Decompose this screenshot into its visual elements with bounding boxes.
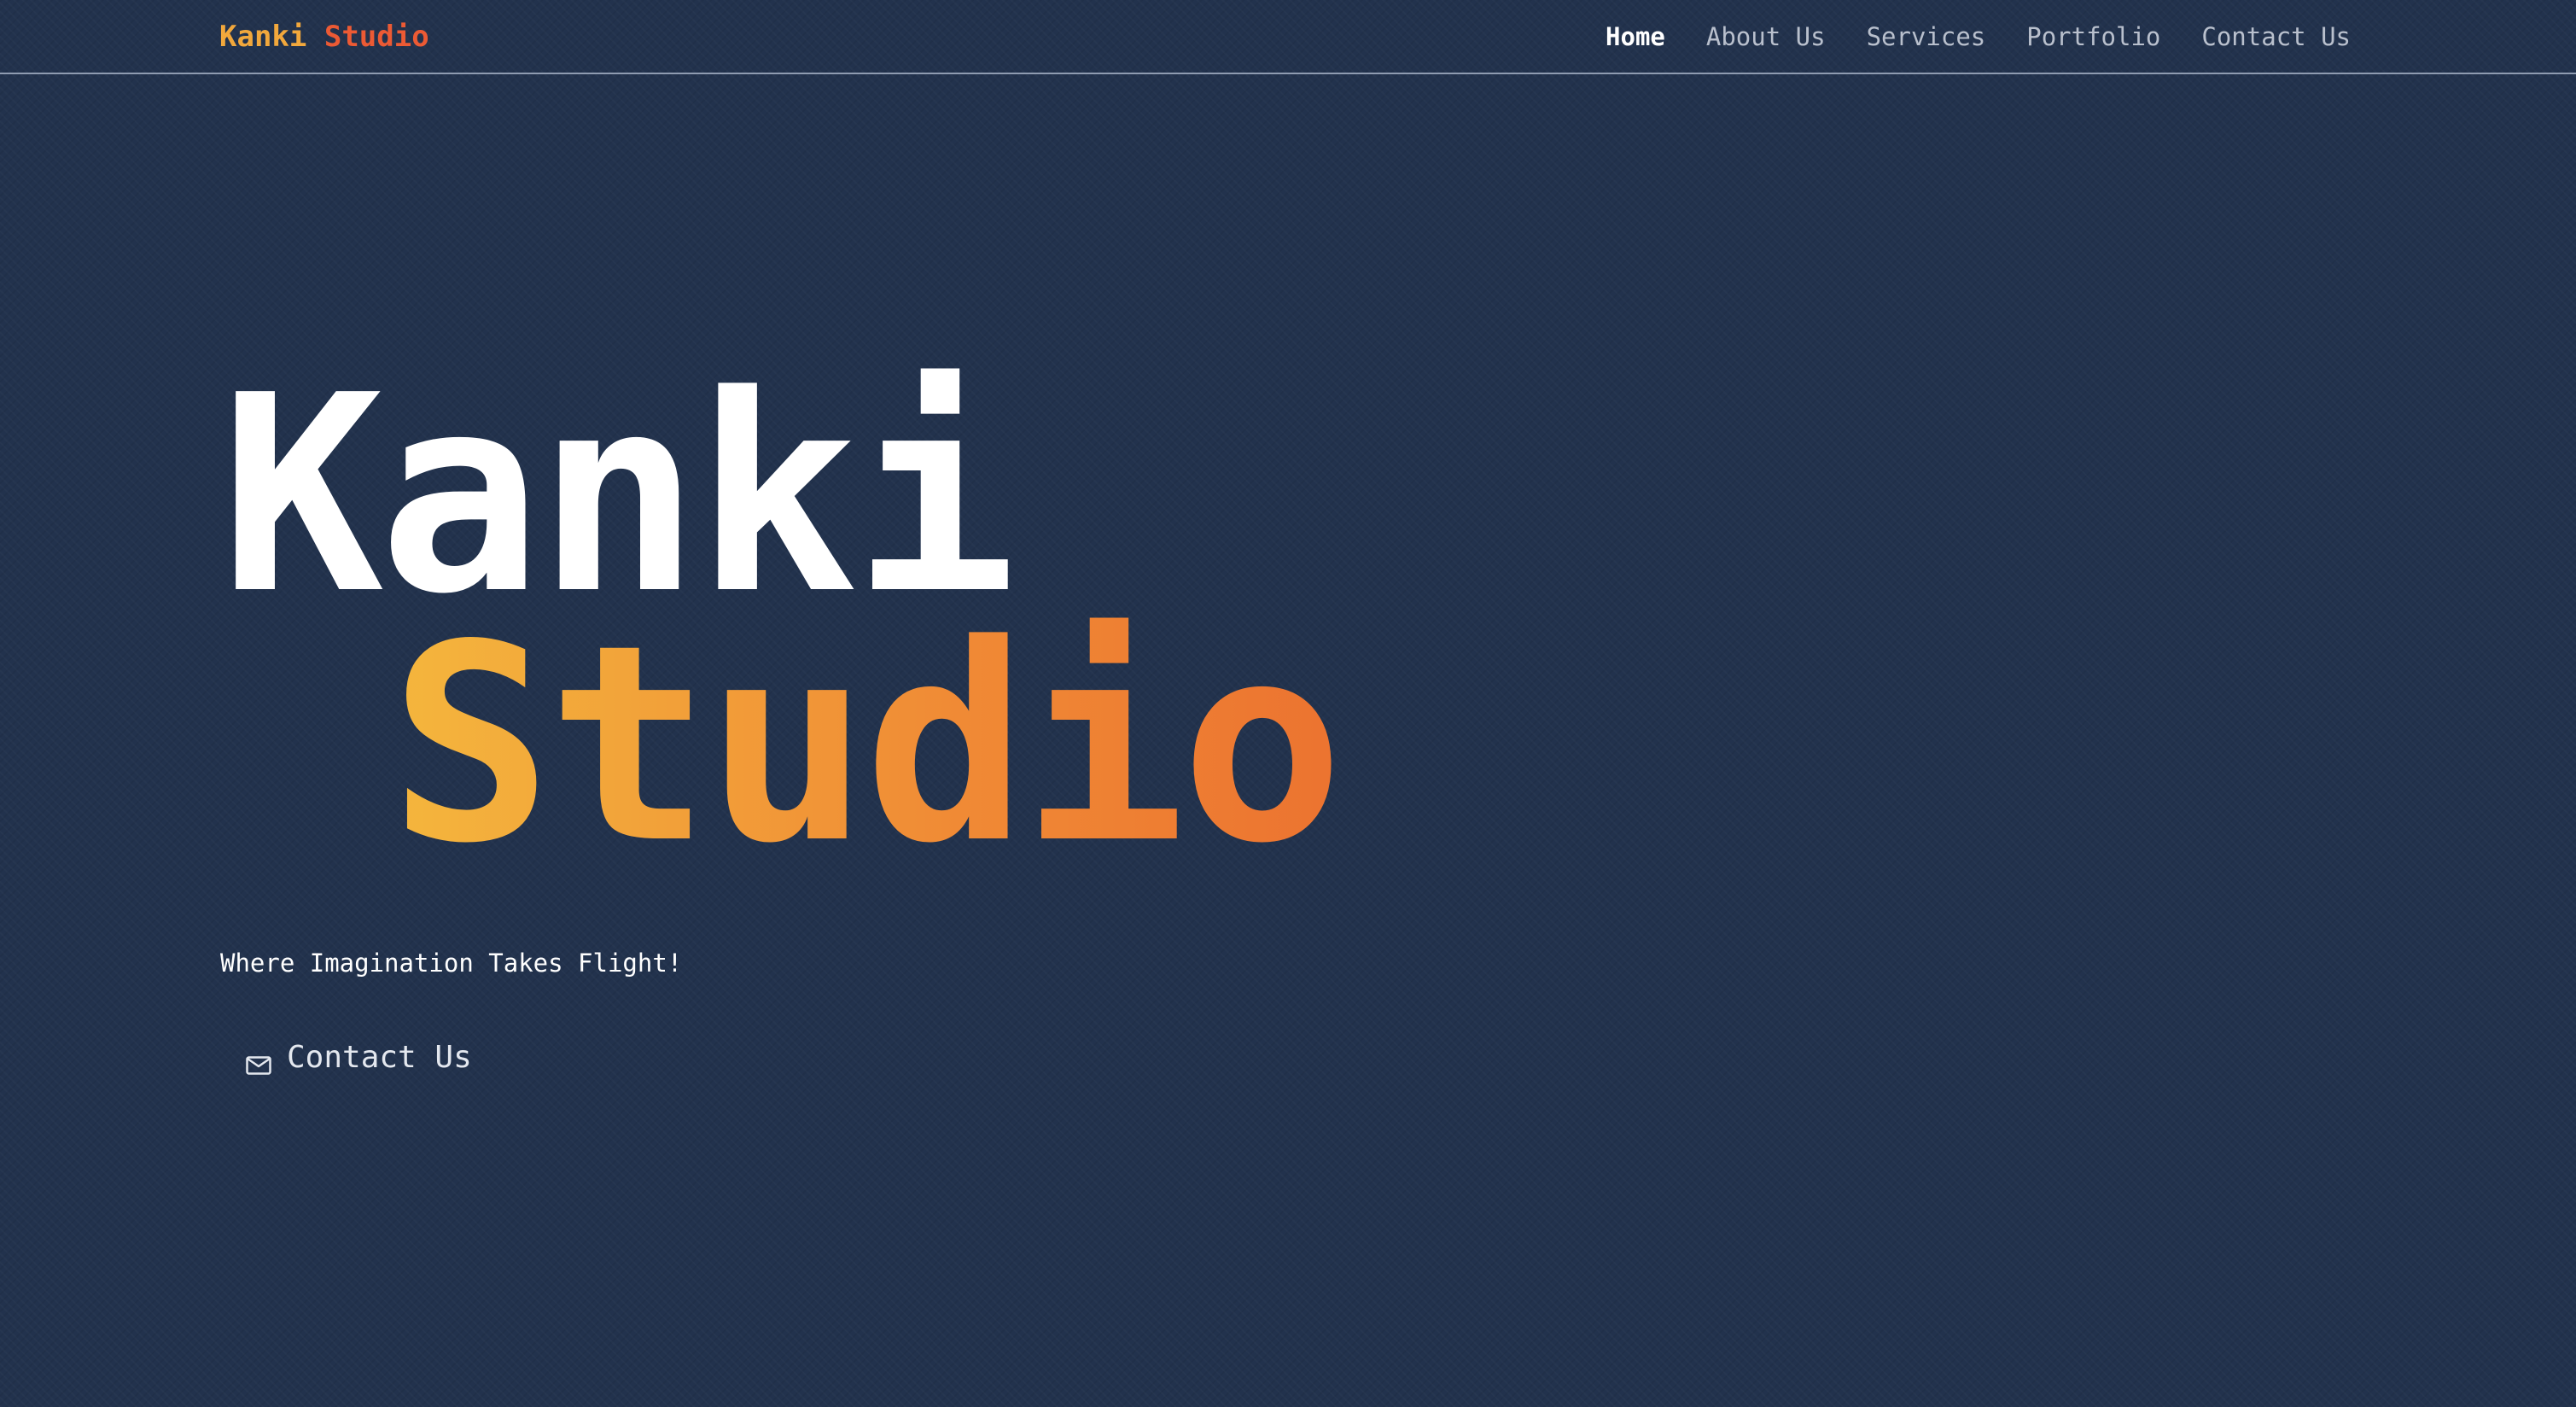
nav-about-us[interactable]: About Us	[1706, 19, 1826, 55]
nav-services[interactable]: Services	[1867, 19, 1986, 55]
navbar: Kanki Studio Home About Us Services Port…	[0, 0, 2576, 74]
nav-portfolio[interactable]: Portfolio	[2026, 19, 2160, 55]
hero-tagline: Where Imagination Takes Flight!	[220, 949, 683, 978]
main-nav: Home About Us Services Portfolio Contact…	[1606, 19, 2351, 55]
contact-us-button-label: Contact Us	[287, 1039, 472, 1075]
mail-icon	[246, 1048, 271, 1075]
brand-logo[interactable]: Kanki Studio	[219, 16, 429, 57]
brand-name-part1: Kanki	[219, 20, 307, 54]
nav-home[interactable]: Home	[1606, 19, 1665, 55]
brand-name-part2: Studio	[323, 20, 429, 54]
contact-us-button[interactable]: Contact Us	[230, 1025, 487, 1089]
nav-contact-us[interactable]: Contact Us	[2201, 19, 2351, 55]
hero-title-line2: Studio	[389, 587, 1344, 902]
